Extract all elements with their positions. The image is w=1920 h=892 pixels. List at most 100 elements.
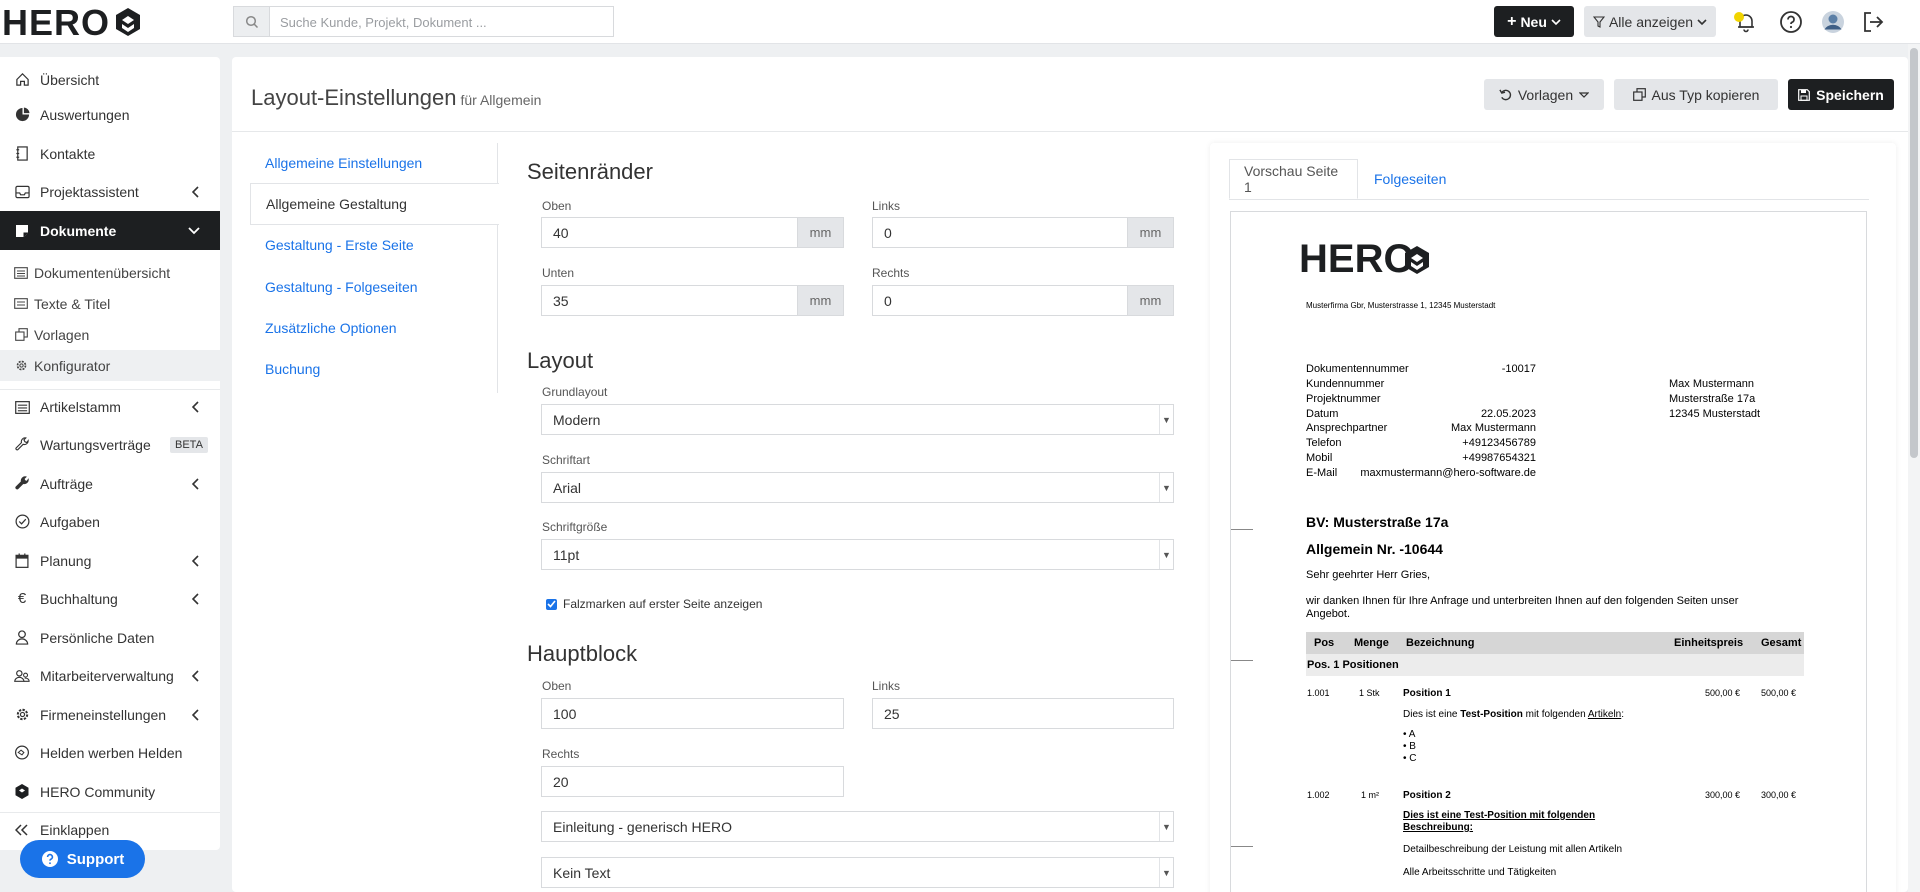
meta-value: maxmustermann@hero-software.de xyxy=(1360,467,1536,479)
logout-button[interactable] xyxy=(1859,8,1887,36)
block-top-value: 100 xyxy=(553,705,577,722)
margin-top-field[interactable]: 40 mm xyxy=(541,217,844,248)
intro-text-value: Einleitung - generisch HERO xyxy=(553,818,732,835)
sidebar-item-projektassistent[interactable]: Projektassistent xyxy=(0,175,220,208)
sidebar-item-helden-werben-helden[interactable]: Helden werben Helden xyxy=(0,735,220,770)
copy-from-type-button[interactable]: Aus Typ kopieren xyxy=(1614,79,1778,110)
recipient-line: Max Mustermann xyxy=(1669,378,1754,390)
table-cell: 1.001 xyxy=(1307,688,1330,698)
sidebar-item-firmeneinstellungen[interactable]: Firmeneinstellungen xyxy=(0,697,220,732)
construction-project-line: BV: Musterstraße 17a xyxy=(1306,514,1449,530)
sidebar-item-dokumente[interactable]: Dokumente xyxy=(0,211,220,250)
scrollbar-thumb[interactable] xyxy=(1910,48,1918,458)
block-right-field[interactable]: 20 xyxy=(541,766,844,797)
search-icon[interactable] xyxy=(234,7,270,36)
unit-label: mm xyxy=(797,286,843,315)
font-select[interactable]: Arial ▼ xyxy=(541,472,1174,503)
margin-left-label: Links xyxy=(872,199,901,213)
sidebar-item-aufgaben[interactable]: Aufgaben xyxy=(0,504,220,539)
intro-text: Angebot. xyxy=(1306,608,1351,620)
home-icon xyxy=(14,72,30,88)
logout-icon xyxy=(1864,12,1884,32)
intro-text-select[interactable]: Einleitung - generisch HERO ▼ xyxy=(541,811,1174,842)
support-button[interactable]: Support xyxy=(20,840,145,878)
settings-nav-general-settings[interactable]: Allgemeine Einstellungen xyxy=(250,143,498,183)
section-title-main-block: Hauptblock xyxy=(527,641,638,666)
margin-right-label: Rechts xyxy=(872,266,910,280)
filter-button-label: Alle anzeigen xyxy=(1608,13,1694,30)
meta-value: +49987654321 xyxy=(1462,452,1536,464)
sidebar-subitem-konfigurator[interactable]: Konfigurator xyxy=(0,350,220,381)
table-header-cell: Menge xyxy=(1354,637,1389,649)
settings-nav-first-page[interactable]: Gestaltung - Erste Seite xyxy=(250,225,498,265)
chevron-down-icon xyxy=(1551,18,1561,25)
tab-preview-first-page[interactable]: Vorschau Seite 1 xyxy=(1229,159,1358,199)
sidebar-item-planung[interactable]: Planung xyxy=(0,543,220,578)
block-right-value: 20 xyxy=(553,773,569,790)
sidebar-item-label: Persönliche Daten xyxy=(40,629,155,646)
position-description: Alle Arbeitsschritte und Tätigkeiten xyxy=(1403,867,1557,878)
sidebar-item-artikelstamm[interactable]: Artikelstamm xyxy=(0,389,220,424)
font-size-select[interactable]: 11pt ▼ xyxy=(541,539,1174,570)
fold-marks-checkbox[interactable] xyxy=(546,598,557,610)
meta-label: E-Mail xyxy=(1306,467,1338,479)
notification-bell[interactable] xyxy=(1732,8,1760,36)
support-label: Support xyxy=(66,850,125,868)
block-left-field[interactable]: 25 xyxy=(872,698,1174,729)
sidebar-subitem-vorlagen[interactable]: Vorlagen xyxy=(0,319,220,350)
settings-nav: Allgemeine Einstellungen Allgemeine Gest… xyxy=(250,143,499,393)
sidebar-item-mitarbeiterverwaltung[interactable]: Mitarbeiterverwaltung xyxy=(0,658,220,693)
document-preview: HERO Musterfirma Gbr, Musterstrasse 1, 1… xyxy=(1230,211,1867,892)
sidebar-subitem-label: Vorlagen xyxy=(34,326,90,343)
tab-following-pages[interactable]: Folgeseiten xyxy=(1360,159,1460,199)
settings-nav-following-pages[interactable]: Gestaltung - Folgeseiten xyxy=(250,267,498,307)
base-layout-select[interactable]: Modern ▼ xyxy=(541,404,1174,435)
closing-text-select[interactable]: Kein Text ▼ xyxy=(541,857,1174,888)
block-top-field[interactable]: 100 xyxy=(541,698,844,729)
filter-icon xyxy=(1592,15,1605,28)
page-header: Layout-Einstellungen für Allgemein Vorlag… xyxy=(232,57,1908,132)
margin-right-field[interactable]: 0 mm xyxy=(872,285,1174,316)
sidebar-item-wartungsvertraege[interactable]: Wartungsverträge BETA xyxy=(0,427,220,462)
help-button[interactable] xyxy=(1777,8,1805,36)
table-header-cell: Gesamt xyxy=(1761,637,1802,649)
hero-logo[interactable]: HERO xyxy=(2,4,152,40)
new-button[interactable]: + Neu xyxy=(1494,6,1574,37)
tool-icon xyxy=(14,476,30,492)
settings-nav-booking[interactable]: Buchung xyxy=(250,349,498,389)
sidebar-item-label: Mitarbeiterverwaltung xyxy=(40,667,174,684)
sidebar-item-label: Kontakte xyxy=(40,145,96,162)
sidebar-item-auswertungen[interactable]: Auswertungen xyxy=(0,98,220,131)
avatar[interactable] xyxy=(1819,8,1847,36)
sidebar-item-buchhaltung[interactable]: € Buchhaltung xyxy=(0,581,220,616)
sidebar-item-auftraege[interactable]: Aufträge xyxy=(0,466,220,501)
section-title-margins: Seitenränder xyxy=(527,159,653,184)
settings-nav-label: Buchung xyxy=(265,361,321,377)
position-description: Beschreibung: xyxy=(1403,822,1474,833)
font-value: Arial xyxy=(553,479,582,496)
save-button[interactable]: Speichern xyxy=(1788,79,1894,110)
preview-panel: Vorschau Seite 1 Folgeseiten HERO Muster… xyxy=(1210,143,1896,892)
settings-nav-additional-options[interactable]: Zusätzliche Optionen xyxy=(250,308,498,348)
settings-nav-label: Allgemeine Gestaltung xyxy=(266,196,407,212)
margin-bottom-label: Unten xyxy=(542,266,575,280)
sidebar-subitem-texte-titel[interactable]: Texte & Titel xyxy=(0,288,220,319)
margin-bottom-field[interactable]: 35 mm xyxy=(541,285,844,316)
position-description: Dies ist eine Test-Position mit folgende… xyxy=(1403,810,1596,821)
page-scrollbar[interactable] xyxy=(1908,44,1920,892)
sidebar-item-uebersicht[interactable]: Übersicht xyxy=(0,63,220,96)
settings-nav-general-design[interactable]: Allgemeine Gestaltung xyxy=(250,183,499,225)
sidebar-item-hero-community[interactable]: HERO Community xyxy=(0,774,220,809)
unit-label: mm xyxy=(797,218,843,247)
meta-value: 22.05.2023 xyxy=(1480,408,1536,420)
margin-left-field[interactable]: 0 mm xyxy=(872,217,1174,248)
filter-button[interactable]: Alle anzeigen xyxy=(1584,6,1716,37)
sidebar-item-persoenliche-daten[interactable]: Persönliche Daten xyxy=(0,620,220,655)
sidebar-subitem-dokumentenuebersicht[interactable]: Dokumentenübersicht xyxy=(0,257,220,288)
search-input[interactable] xyxy=(280,12,600,32)
wrench-icon xyxy=(14,437,30,453)
address-book-icon xyxy=(14,146,30,162)
templates-button[interactable]: Vorlagen xyxy=(1484,79,1604,110)
sidebar-item-kontakte[interactable]: Kontakte xyxy=(0,137,220,170)
unit-label: mm xyxy=(1127,286,1173,315)
